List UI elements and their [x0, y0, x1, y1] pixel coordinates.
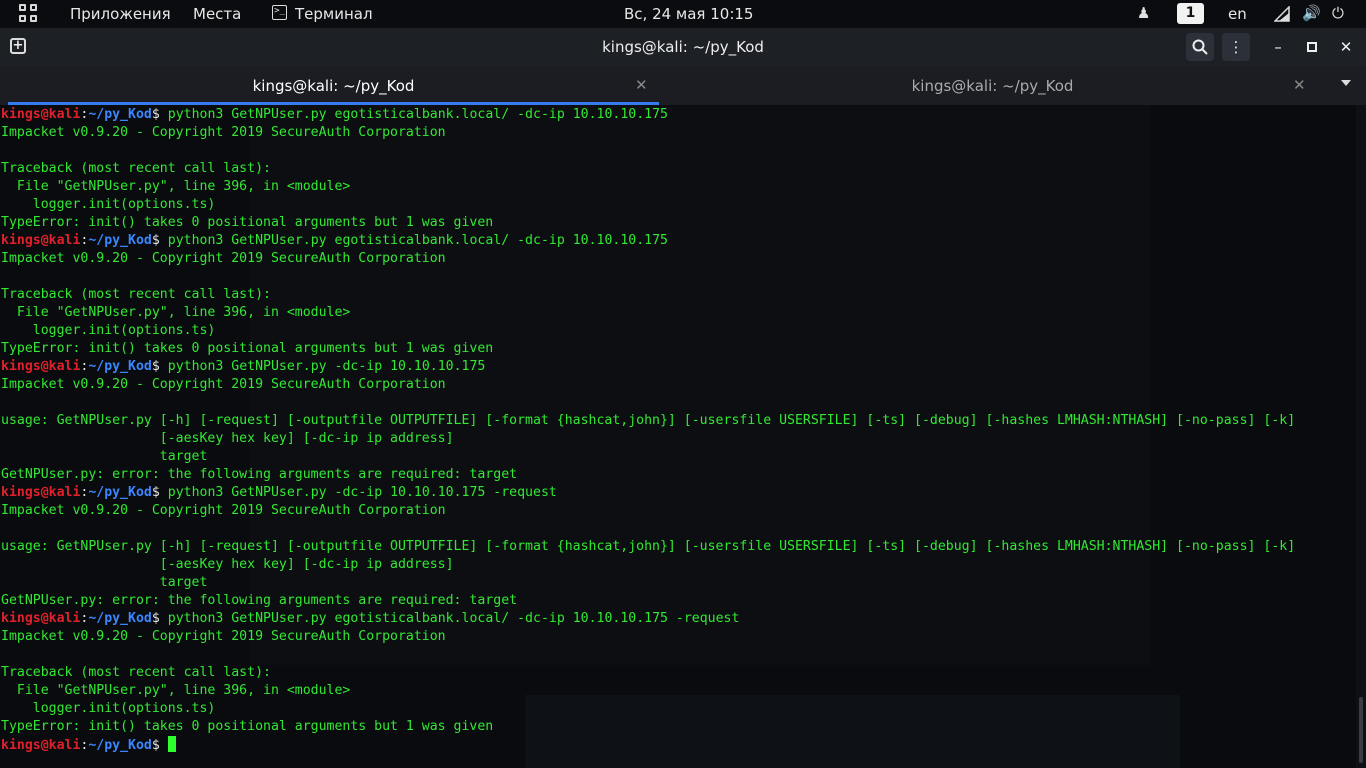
keyboard-language[interactable]: en: [1228, 5, 1247, 23]
output-line: [-aesKey hex key] [-dc-ip ip address]: [1, 557, 454, 572]
apps-grid-icon[interactable]: [19, 4, 39, 24]
command-text: python3 GetNPUser.py egotisticalbank.loc…: [167, 107, 668, 122]
output-line: File "GetNPUser.py", line 396, in <modul…: [1, 179, 351, 194]
search-icon[interactable]: [1186, 33, 1214, 61]
close-window-icon[interactable]: ✕: [1332, 33, 1360, 61]
output-line: target: [1, 449, 208, 464]
prompt-path: ~/py_Kod: [88, 611, 152, 626]
tab-2[interactable]: kings@kali: ~/py_Kod ✕: [659, 66, 1326, 105]
tab-1-close-icon[interactable]: ✕: [635, 76, 648, 94]
output-line: TypeError: init() takes 0 positional arg…: [1, 719, 494, 734]
command-text: python3 GetNPUser.py -dc-ip 10.10.10.175: [167, 359, 486, 374]
window-title: kings@kali: ~/py_Kod: [602, 38, 764, 56]
output-line: logger.init(options.ts): [1, 323, 216, 338]
text-cursor: [167, 736, 176, 752]
clock[interactable]: Вс, 24 мая 10:15: [624, 5, 753, 23]
top-panel: Приложения Места >_ Терминал Вс, 24 мая …: [0, 0, 1366, 28]
output-line: TypeError: init() takes 0 positional arg…: [1, 215, 494, 230]
kebab-menu-icon[interactable]: ⋮: [1222, 33, 1250, 61]
output-line: Traceback (most recent call last):: [1, 287, 271, 302]
tab-1-label: kings@kali: ~/py_Kod: [252, 77, 415, 95]
prompt-user: kings@kali: [1, 107, 81, 122]
workspace-indicator[interactable]: 1: [1177, 3, 1204, 24]
places-menu[interactable]: Места: [193, 5, 241, 23]
output-line: target: [1, 575, 208, 590]
output-line: Impacket v0.9.20 - Copyright 2019 Secure…: [1, 251, 446, 266]
output-line: logger.init(options.ts): [1, 197, 216, 212]
command-line: kings@kali:~/py_Kod$ python3 GetNPUser.p…: [1, 233, 668, 248]
output-line: Traceback (most recent call last):: [1, 665, 271, 680]
output-line: File "GetNPUser.py", line 396, in <modul…: [1, 305, 351, 320]
volume-icon[interactable]: 🔊: [1302, 4, 1321, 22]
terminal-output: kings@kali:~/py_Kod$ python3 GetNPUser.p…: [1, 106, 1295, 754]
tab-1[interactable]: kings@kali: ~/py_Kod ✕: [8, 66, 659, 105]
command-text: python3 GetNPUser.py -dc-ip 10.10.10.175…: [167, 485, 557, 500]
output-line: Impacket v0.9.20 - Copyright 2019 Secure…: [1, 629, 446, 644]
command-text: python3 GetNPUser.py egotisticalbank.loc…: [167, 611, 740, 626]
prompt-path: ~/py_Kod: [88, 738, 152, 753]
maximize-icon[interactable]: [1298, 33, 1326, 61]
output-line: TypeError: init() takes 0 positional arg…: [1, 341, 494, 356]
power-icon[interactable]: ⏻: [1332, 4, 1344, 22]
terminal-icon: >_: [272, 5, 287, 20]
command-line: kings@kali:~/py_Kod$ python3 GetNPUser.p…: [1, 359, 486, 374]
tab-2-close-icon[interactable]: ✕: [1293, 76, 1306, 94]
terminal-view[interactable]: kings@kali:~/py_Kod$ python3 GetNPUser.p…: [0, 105, 1366, 768]
window-headerbar: + kings@kali: ~/py_Kod ⋮ – ✕: [0, 28, 1366, 66]
output-line: Impacket v0.9.20 - Copyright 2019 Secure…: [1, 125, 446, 140]
applications-menu[interactable]: Приложения: [70, 5, 171, 23]
output-line: Impacket v0.9.20 - Copyright 2019 Secure…: [1, 503, 446, 518]
prompt-user: kings@kali: [1, 485, 81, 500]
current-prompt-line: kings@kali:~/py_Kod$: [1, 736, 1295, 754]
output-line: File "GetNPUser.py", line 396, in <modul…: [1, 683, 351, 698]
scrollbar-thumb[interactable]: [1359, 697, 1363, 763]
tab-bar: kings@kali: ~/py_Kod ✕ kings@kali: ~/py_…: [0, 66, 1366, 105]
output-line: [-aesKey hex key] [-dc-ip ip address]: [1, 431, 454, 446]
terminal-app-menu[interactable]: Терминал: [295, 5, 373, 23]
network-icon[interactable]: [1274, 6, 1290, 22]
prompt-user: kings@kali: [1, 233, 81, 248]
command-line: kings@kali:~/py_Kod$ python3 GetNPUser.p…: [1, 107, 668, 122]
output-line: usage: GetNPUser.py [-h] [-request] [-ou…: [1, 539, 1296, 554]
tab-2-label: kings@kali: ~/py_Kod: [911, 77, 1074, 95]
command-line: kings@kali:~/py_Kod$ python3 GetNPUser.p…: [1, 611, 740, 626]
command-line: kings@kali:~/py_Kod$ python3 GetNPUser.p…: [1, 485, 557, 500]
prompt-user: kings@kali: [1, 359, 81, 374]
prompt-path: ~/py_Kod: [88, 485, 152, 500]
prompt-user: kings@kali: [1, 611, 81, 626]
output-line: logger.init(options.ts): [1, 701, 216, 716]
output-line: Traceback (most recent call last):: [1, 161, 271, 176]
output-line: usage: GetNPUser.py [-h] [-request] [-ou…: [1, 413, 1296, 428]
output-line: Impacket v0.9.20 - Copyright 2019 Secure…: [1, 377, 446, 392]
output-line: GetNPUser.py: error: the following argum…: [1, 593, 518, 608]
prompt-path: ~/py_Kod: [88, 233, 152, 248]
prompt-user: kings@kali: [1, 738, 81, 753]
minimize-icon[interactable]: –: [1264, 33, 1292, 61]
tab-list-chevron-down-icon[interactable]: [1341, 80, 1351, 86]
scrollbar[interactable]: [1356, 105, 1366, 768]
output-line: GetNPUser.py: error: the following argum…: [1, 467, 518, 482]
people-icon[interactable]: ♟: [1137, 4, 1150, 22]
prompt-path: ~/py_Kod: [88, 359, 152, 374]
command-text: python3 GetNPUser.py egotisticalbank.loc…: [167, 233, 668, 248]
prompt-path: ~/py_Kod: [88, 107, 152, 122]
